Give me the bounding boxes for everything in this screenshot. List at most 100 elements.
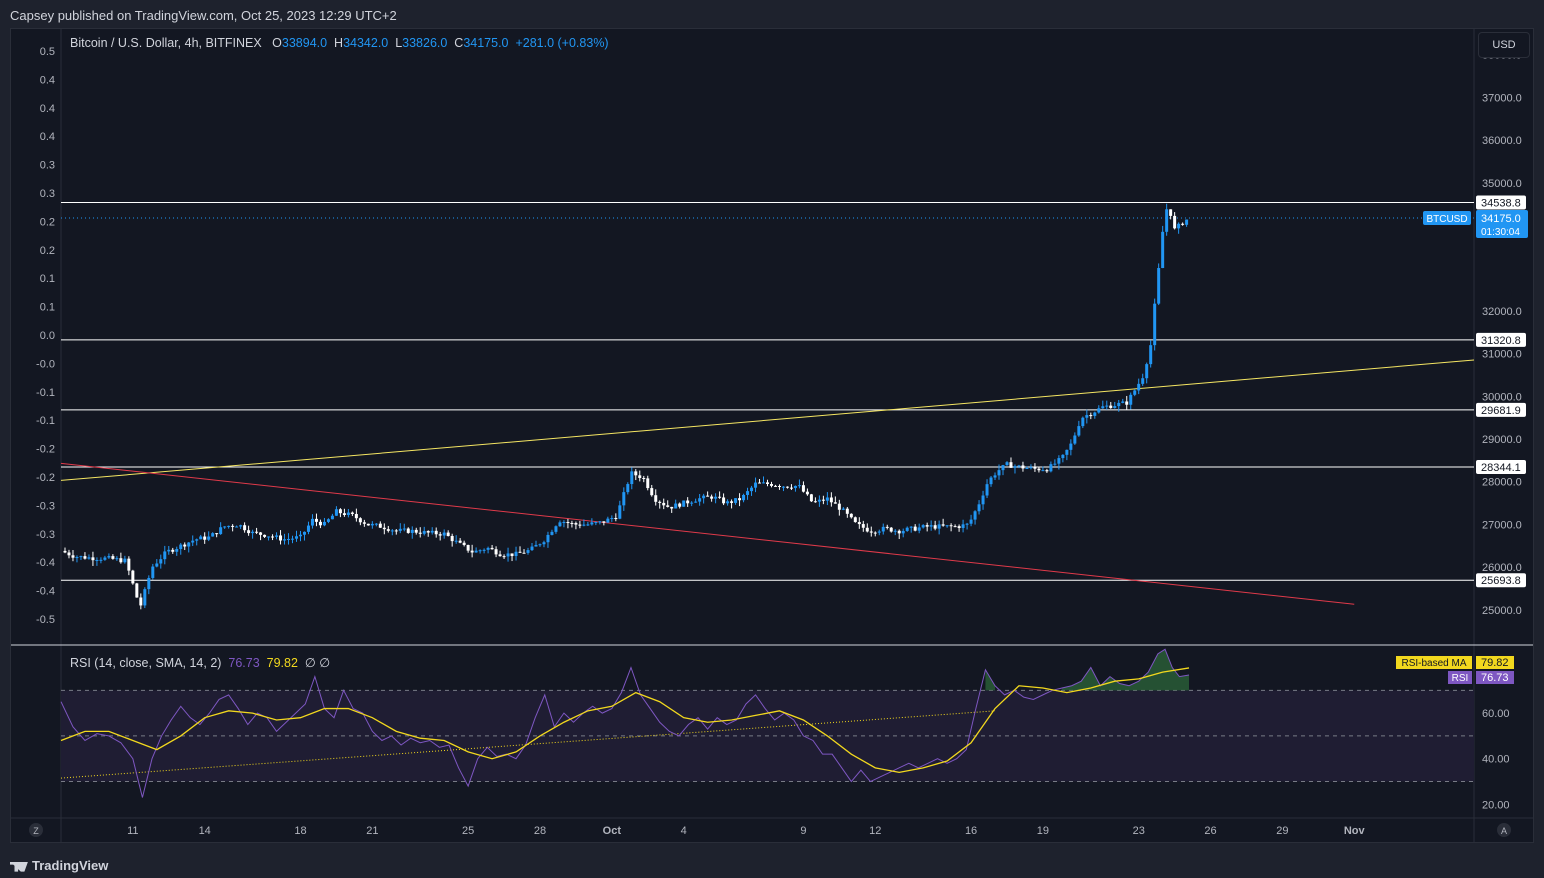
candle-body — [654, 495, 658, 502]
candle-body — [506, 553, 510, 557]
candle-body — [322, 521, 326, 526]
time-tick-label: Nov — [1344, 825, 1366, 837]
symbol-tag: BTCUSD — [1426, 214, 1467, 225]
candle-body — [482, 549, 486, 551]
candle-body — [873, 532, 877, 534]
chart-svg[interactable]: 0.5 0.4 0.4 0.4 0.3 0.3 0.2 0.2 0.1 0.1 0.0 -0.0 -0.… — [0, 0, 1544, 878]
candle-body — [314, 518, 318, 522]
candle-body — [1165, 209, 1169, 232]
candle-body — [706, 495, 710, 497]
candle-body — [231, 525, 235, 527]
candle-body — [574, 523, 578, 525]
price-tick-label: 30000.0 — [1482, 391, 1522, 403]
candle-body — [957, 526, 961, 528]
candle-body — [63, 550, 67, 553]
tradingview-icon — [10, 861, 28, 872]
left-axis-label: -0.3 — [36, 529, 55, 541]
time-tick-label: 26 — [1204, 825, 1216, 837]
candle-body — [825, 497, 829, 501]
candle-body — [981, 495, 985, 505]
candle-body — [498, 554, 502, 557]
candle-body — [861, 524, 865, 528]
candle-body — [694, 501, 698, 503]
candle-body — [917, 527, 921, 531]
time-tick-label: 16 — [965, 825, 977, 837]
price-tick-label: 25000.0 — [1482, 605, 1522, 617]
legend-high-label: H — [334, 36, 344, 50]
candle-body — [326, 519, 330, 522]
candle-body — [378, 523, 382, 528]
candle-body — [626, 484, 630, 493]
candle-body — [1181, 223, 1185, 225]
left-axis-label: 0.3 — [40, 188, 55, 200]
candle-body — [578, 524, 582, 526]
candle-body — [1049, 464, 1053, 472]
candle-body — [267, 536, 271, 538]
candle-body — [494, 549, 498, 555]
candle-body — [374, 523, 378, 525]
legend-high: 34342.0 — [343, 36, 389, 50]
candle-body — [422, 531, 426, 534]
candle-body — [582, 524, 586, 526]
time-tick-label: 23 — [1133, 825, 1145, 837]
candle-body — [993, 475, 997, 478]
candle-body — [426, 531, 430, 533]
candle-body — [558, 522, 562, 527]
candle-body — [1125, 401, 1129, 405]
candle-body — [1153, 303, 1157, 346]
candle-body — [793, 485, 797, 489]
candle-body — [127, 558, 131, 571]
candle-body — [271, 536, 275, 538]
candle-body — [570, 522, 574, 524]
time-tick-label: 28 — [534, 825, 546, 837]
candle-body — [147, 577, 151, 590]
candle-body — [945, 525, 949, 527]
candle-body — [247, 530, 251, 534]
left-axis-label: -0.0 — [36, 358, 55, 370]
price-tick-label: 32000.0 — [1482, 306, 1522, 318]
candle-body — [1041, 470, 1045, 472]
last-price-label: 34175.0 — [1481, 213, 1521, 225]
candle-body — [362, 522, 366, 524]
left-axis-label: 0.4 — [40, 103, 55, 115]
candle-body — [510, 553, 514, 557]
candle-body — [977, 504, 981, 512]
candle-body — [203, 536, 207, 540]
candle-body — [670, 506, 674, 509]
candle-body — [646, 478, 650, 489]
candle-body — [829, 497, 833, 503]
candle-body — [865, 527, 869, 532]
candle-body — [502, 556, 506, 558]
candle-body — [243, 525, 247, 531]
candle-body — [87, 557, 91, 559]
left-axis-label: 0.2 — [40, 245, 55, 257]
candle-body — [642, 477, 646, 479]
price-tick-label: 28000.0 — [1482, 477, 1522, 489]
candle-body — [758, 482, 762, 484]
left-axis-label: 0.0 — [40, 330, 55, 342]
candle-body — [742, 494, 746, 501]
currency-button[interactable]: USD — [1478, 32, 1530, 58]
candle-body — [1001, 465, 1005, 471]
candle-body — [1157, 268, 1161, 304]
candle-body — [686, 500, 690, 504]
candle-body — [470, 550, 474, 553]
time-tick-label: 25 — [462, 825, 474, 837]
candle-body — [1121, 401, 1125, 403]
candle-body — [223, 526, 227, 528]
rsi-overbought-fill — [1062, 649, 1190, 691]
level-label: 31320.8 — [1481, 335, 1521, 347]
candle-body — [841, 508, 845, 510]
candle-body — [901, 530, 905, 534]
candle-body — [1101, 406, 1105, 409]
legend-close-label: C — [454, 36, 464, 50]
candle-body — [450, 535, 454, 542]
time-tick-label: 18 — [294, 825, 306, 837]
candle-body — [889, 527, 893, 532]
candle-body — [215, 533, 219, 535]
candle-body — [618, 505, 622, 519]
candle-body — [1077, 426, 1081, 436]
candle-body — [406, 528, 410, 533]
candle-body — [123, 558, 127, 563]
candle-body — [235, 526, 239, 528]
